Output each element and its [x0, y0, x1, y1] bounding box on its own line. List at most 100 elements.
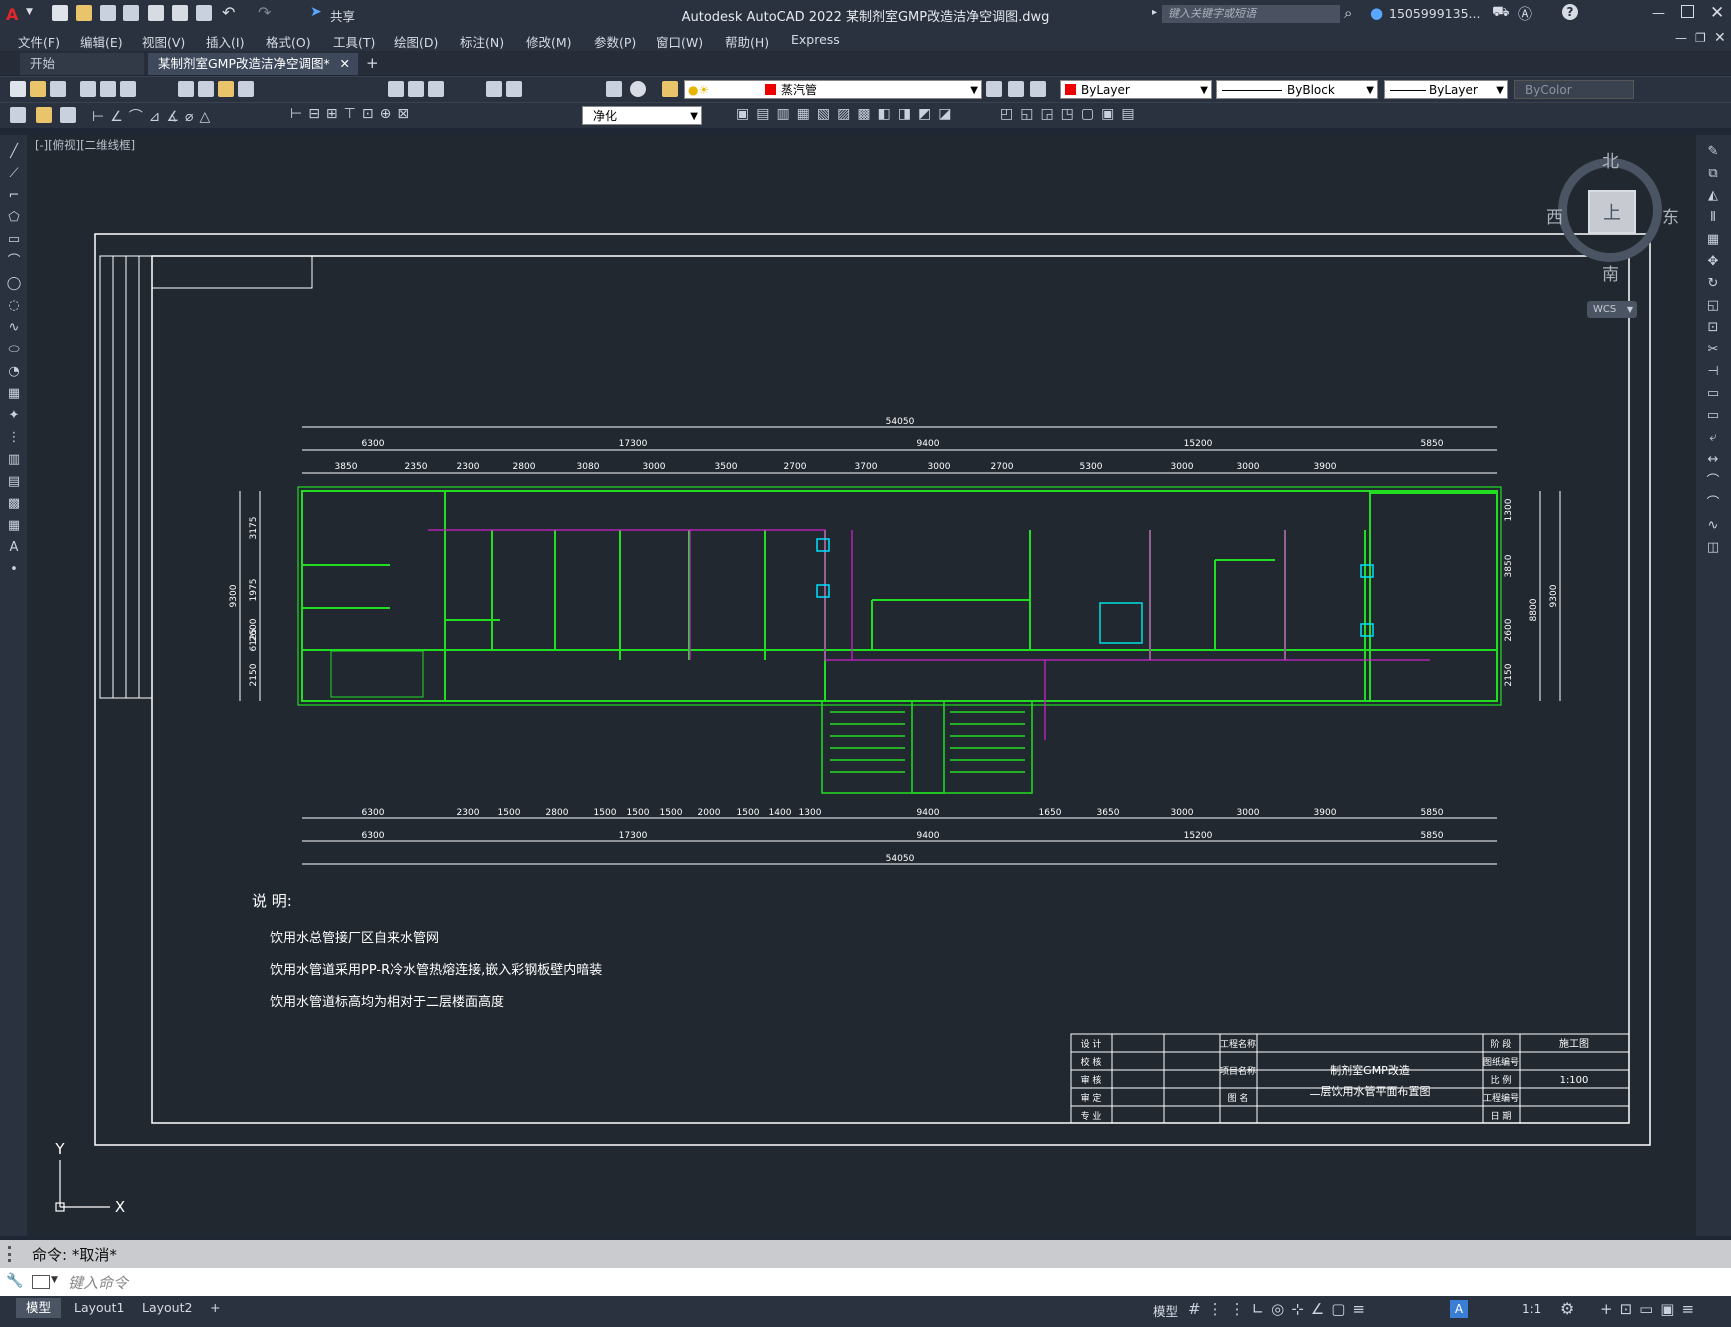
- tb-right-label: 图纸编号: [1483, 1056, 1519, 1068]
- dim-bottom-l1: 1500: [498, 808, 521, 818]
- dim-left: 3175: [249, 517, 259, 540]
- recent-chevron-icon[interactable]: ▼: [51, 1275, 58, 1285]
- drawing-svg: 54050 6300 17300 9400 15200 5850 3850 23…: [54, 233, 1651, 1216]
- dim-bottom-l1: 6300: [362, 808, 385, 818]
- model-space-button[interactable]: 模型: [1153, 1301, 1178, 1320]
- compass-north[interactable]: 北: [1602, 147, 1619, 172]
- tb-right-label: 日 期: [1491, 1111, 1512, 1122]
- command-history: 命令: *取消*: [0, 1240, 1731, 1268]
- recent-commands-icon[interactable]: [32, 1275, 50, 1289]
- dim-top-l3: 3080: [577, 462, 600, 472]
- dim-top-l2: 6300: [362, 439, 385, 449]
- dim-right: 3850: [1504, 554, 1514, 577]
- top-left-tab: [151, 255, 313, 289]
- command-input[interactable]: 键入命令: [68, 1272, 128, 1293]
- dim-bottom-l1: 3000: [1171, 808, 1194, 818]
- dim-bottom-l1: 5850: [1421, 808, 1444, 818]
- tb-label: 审 定: [1081, 1092, 1102, 1104]
- dim-left: 2150: [249, 663, 259, 686]
- compass-east[interactable]: 东: [1662, 203, 1679, 228]
- title-block: [1070, 1033, 1630, 1124]
- layout-tab-layout2[interactable]: Layout2: [132, 1298, 202, 1318]
- note-line-2: 饮用水管道采用PP-R冷水管热熔连接,嵌入彩钢板壁内暗装: [270, 962, 602, 978]
- layout-tab-model[interactable]: 模型: [16, 1298, 62, 1318]
- dim-top-l2: 17300: [619, 439, 648, 449]
- layout-tab-add[interactable]: +: [200, 1298, 230, 1318]
- dim-top-l3: 3700: [855, 462, 878, 472]
- compass-south[interactable]: 南: [1602, 260, 1619, 285]
- command-history-text: 命令: *取消*: [32, 1246, 117, 1264]
- status-right-icons[interactable]: +⊡▭▣≡: [1600, 1300, 1701, 1318]
- dim-top-l3: 2700: [784, 462, 807, 472]
- note-line-3: 饮用水管道标高均为相对于二层楼面高度: [270, 994, 504, 1010]
- dimension-lines: [239, 426, 1561, 865]
- tb-sub-label: 项目名称: [1220, 1065, 1256, 1077]
- tb-drawing-label: 图 名: [1228, 1092, 1249, 1104]
- tb-label: 设 计: [1081, 1038, 1102, 1050]
- workspace-gear-icon[interactable]: ⚙: [1560, 1299, 1574, 1318]
- status-tools-icons[interactable]: #⋮⋮∟◎⊹∠▢≡: [1188, 1300, 1372, 1318]
- dim-right: 1300: [1504, 498, 1514, 521]
- stairwell: [821, 700, 1033, 794]
- dim-bottom-l2: 9400: [917, 831, 940, 841]
- dim-bottom-l1: 3900: [1314, 808, 1337, 818]
- customize-icon[interactable]: 🔧: [6, 1273, 23, 1289]
- tb-stage: 施工图: [1559, 1037, 1589, 1050]
- dim-right-outer: 9300: [1549, 584, 1559, 607]
- viewcube[interactable]: 上 北 南 西 东: [1546, 152, 1679, 285]
- dim-left-outer: 9300: [229, 584, 239, 607]
- tb-right-label: 比 例: [1491, 1074, 1512, 1086]
- tb-scale: 1:100: [1560, 1075, 1589, 1086]
- dim-bottom-l1: 2000: [698, 808, 721, 818]
- dim-bottom-l2: 5850: [1421, 831, 1444, 841]
- tb-project: 制剂室GMP改造: [1330, 1063, 1410, 1077]
- tb-drawing: 二层饮用水管平面布置图: [1310, 1084, 1431, 1098]
- dim-top-l3: 5300: [1080, 462, 1103, 472]
- ucs-x-label: X: [115, 1198, 125, 1216]
- notes-title: 说 明:: [252, 892, 292, 910]
- dim-right: 2150: [1504, 663, 1514, 686]
- dim-left-outer: 6125: [249, 629, 259, 652]
- dim-top-l3: 2800: [513, 462, 536, 472]
- dim-bottom-l1: 2800: [546, 808, 569, 818]
- dim-top-l3: 2300: [457, 462, 480, 472]
- dim-left: 1975: [249, 579, 259, 602]
- tb-right-label: 阶 段: [1491, 1038, 1512, 1050]
- dim-top-l3: 2350: [405, 462, 428, 472]
- dim-bottom-l1: 1500: [737, 808, 760, 818]
- dim-bottom-l2: 15200: [1184, 831, 1213, 841]
- dim-bottom-l1: 9400: [917, 808, 940, 818]
- dim-bottom-l1: 3000: [1237, 808, 1260, 818]
- tb-label: 审 核: [1081, 1074, 1102, 1086]
- ucs-icon: [55, 1160, 110, 1212]
- fixture-markers: [816, 538, 1374, 637]
- dim-bottom-l1: 2300: [457, 808, 480, 818]
- floor-plan: [297, 486, 1502, 706]
- layout-tab-layout1[interactable]: Layout1: [64, 1298, 134, 1318]
- annotation-scale[interactable]: 1:1: [1522, 1302, 1541, 1316]
- dim-top-l3: 3900: [1314, 462, 1337, 472]
- dim-bottom-l1: 3650: [1097, 808, 1120, 818]
- wcs-menu[interactable]: WCS ▼: [1587, 301, 1637, 318]
- command-input-bar: 🔧 ▼ 键入命令: [0, 1268, 1731, 1296]
- dim-bottom-l1: 1400: [769, 808, 792, 818]
- ucs-y-label: Y: [54, 1140, 65, 1158]
- viewcube-face-top[interactable]: 上: [1588, 190, 1636, 234]
- dim-right: 2600: [1504, 618, 1514, 641]
- compass-west[interactable]: 西: [1546, 203, 1563, 228]
- dim-bottom-l1: 1500: [660, 808, 683, 818]
- cmd-grip-icon[interactable]: [8, 1246, 21, 1262]
- sheet-inner-border: [151, 255, 1630, 1124]
- dim-top-l2: 9400: [917, 439, 940, 449]
- annotation-icon[interactable]: A: [1450, 1300, 1468, 1318]
- dim-top-total: 54050: [886, 417, 915, 427]
- dim-bottom-l2: 6300: [362, 831, 385, 841]
- chevron-down-icon: ▼: [1626, 305, 1633, 314]
- water-pipes: [428, 529, 1430, 740]
- dim-top-l3: 2700: [991, 462, 1014, 472]
- dim-top-l3: 3000: [643, 462, 666, 472]
- status-bar: 模型 Layout1 Layout2 + 模型 #⋮⋮∟◎⊹∠▢≡ A 1:1 …: [0, 1296, 1731, 1327]
- dim-top-l3: 3500: [715, 462, 738, 472]
- note-line-1: 饮用水总管接厂区自来水管网: [270, 930, 439, 946]
- tb-right-label: 工程编号: [1483, 1092, 1519, 1104]
